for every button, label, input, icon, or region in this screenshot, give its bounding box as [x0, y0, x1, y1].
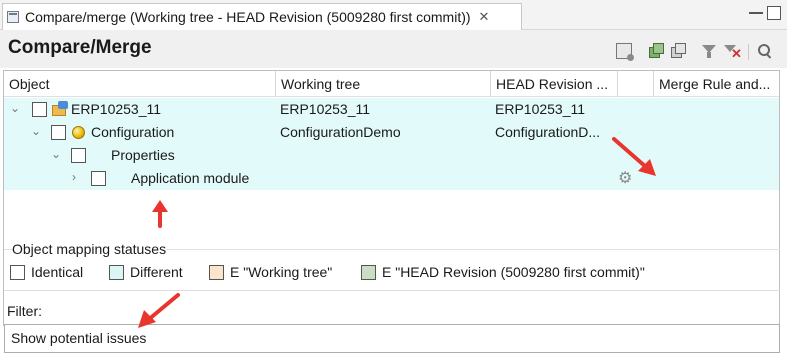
legend-swatch — [109, 264, 124, 280]
column-header-merge-rule[interactable]: Merge Rule and... — [654, 71, 779, 97]
legend-item-head-revision: E "HEAD Revision (5009280 first commit)" — [361, 262, 645, 282]
row-object-name: Configuration — [91, 124, 175, 140]
row-checkbox[interactable] — [32, 102, 47, 117]
legend-swatch — [209, 264, 224, 280]
legend-swatch — [10, 264, 25, 280]
editor-tab-bar: Compare/merge (Working tree - HEAD Revis… — [0, 0, 787, 30]
row-working-tree-value: ConfigurationDemo — [280, 124, 401, 140]
legend-label: Different — [130, 264, 183, 280]
project-icon — [52, 101, 69, 117]
tab-title: Compare/merge (Working tree - HEAD Revis… — [25, 9, 471, 25]
row-working-tree-value: ERP10253_11 — [280, 101, 371, 117]
statuses-group-title: Object mapping statuses — [12, 241, 167, 257]
clear-filter-icon[interactable]: ✕ — [724, 43, 742, 60]
toolbar-separator — [748, 44, 749, 60]
legend-swatch — [361, 264, 376, 280]
chevron-down-icon[interactable]: ⌄ — [10, 102, 20, 114]
row-object-name: Application module — [131, 170, 250, 186]
tree-row[interactable]: › Application module ⚙ — [4, 167, 779, 190]
divider — [4, 290, 780, 291]
annotation-arrow-icon — [612, 137, 656, 176]
filter-label: Filter: — [7, 303, 42, 319]
row-object-name: Properties — [111, 147, 175, 163]
column-header-head-revision[interactable]: HEAD Revision ... — [491, 71, 618, 97]
search-icon[interactable] — [757, 43, 773, 59]
row-head-revision-value: ConfigurationD... — [495, 124, 601, 140]
minimize-icon[interactable] — [749, 6, 763, 14]
legend-item-working-tree: E "Working tree" — [209, 262, 332, 282]
row-object-name: ERP10253_11 — [71, 101, 162, 117]
compare-editor-icon — [7, 11, 19, 23]
legend-item-different: Different — [109, 262, 183, 282]
tree-row[interactable]: ⌄ ERP10253_11 ERP10253_11 ERP10253_11 — [4, 98, 779, 121]
annotation-arrow-icon — [152, 200, 168, 228]
column-header-working-tree[interactable]: Working tree — [276, 71, 491, 97]
row-head-revision-value: ERP10253_11 — [495, 101, 586, 117]
maximize-icon[interactable] — [767, 6, 781, 20]
editor-header: Compare/Merge ✕ — [0, 30, 787, 68]
annotation-arrow-icon — [138, 293, 180, 328]
chevron-right-icon[interactable]: › — [72, 171, 82, 183]
legend-label: E "Working tree" — [230, 264, 333, 280]
compare-tree-table: Object Working tree HEAD Revision ... Me… — [3, 70, 780, 326]
column-header-status[interactable] — [618, 71, 654, 97]
column-headers: Object Working tree HEAD Revision ... Me… — [4, 71, 779, 97]
filter-icon[interactable] — [701, 43, 717, 59]
copy-all-icon[interactable] — [649, 43, 665, 59]
column-header-object[interactable]: Object — [4, 71, 276, 97]
tree-row[interactable]: ⌄ Configuration ConfigurationDemo Config… — [4, 121, 779, 144]
row-checkbox[interactable] — [51, 125, 66, 140]
row-checkbox[interactable] — [91, 171, 106, 186]
legend-item-identical: Identical — [10, 262, 83, 282]
configuration-icon — [72, 126, 85, 139]
legend-label: Identical — [31, 264, 84, 280]
tree-row[interactable]: ⌄ Properties — [4, 144, 779, 167]
legend-label: E "HEAD Revision (5009280 first commit)" — [382, 264, 645, 280]
page-title: Compare/Merge — [8, 37, 152, 58]
editor-tab[interactable]: Compare/merge (Working tree - HEAD Revis… — [2, 3, 522, 30]
save-merge-icon[interactable] — [616, 43, 634, 61]
chevron-down-icon[interactable]: ⌄ — [31, 125, 41, 137]
copy-icon[interactable] — [671, 43, 687, 59]
filter-field[interactable]: Show potential issues — [4, 324, 780, 353]
chevron-down-icon[interactable]: ⌄ — [51, 148, 61, 160]
row-checkbox[interactable] — [71, 148, 86, 163]
close-tab-icon[interactable]: ✕ — [479, 9, 490, 25]
